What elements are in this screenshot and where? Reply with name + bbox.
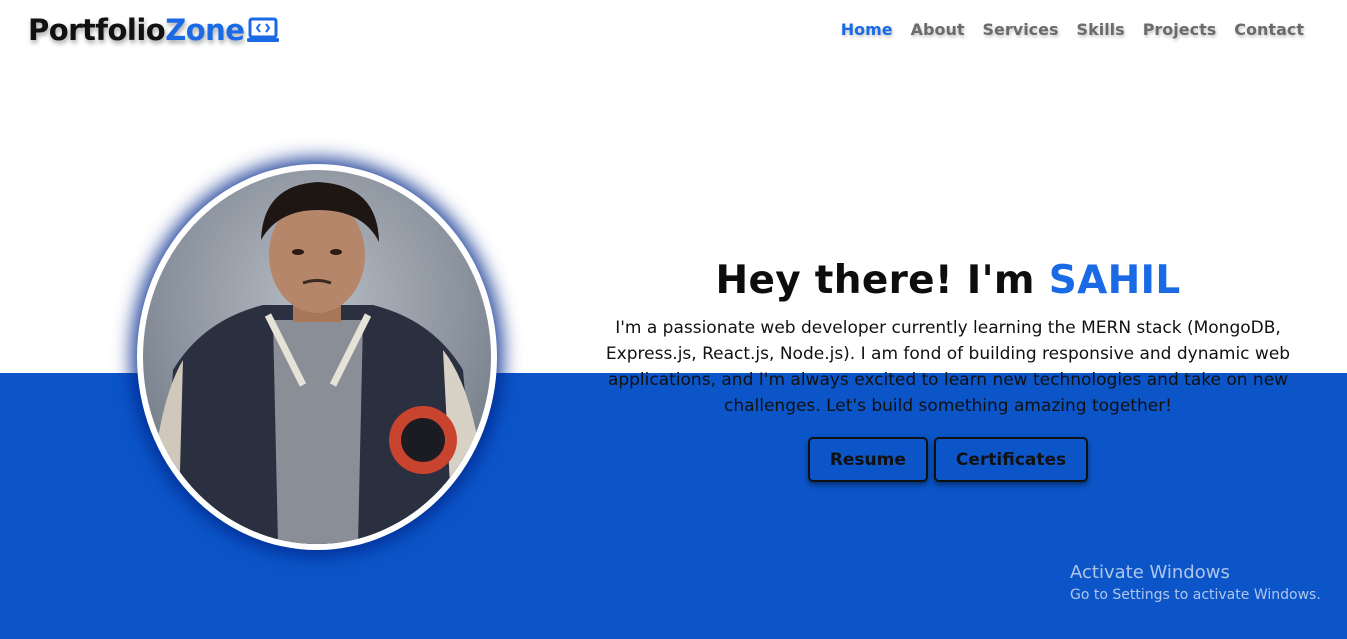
profile-photo-frame [137, 164, 497, 550]
hero-greeting: Hey there! I'm [715, 258, 1035, 303]
profile-photo [143, 170, 491, 544]
watermark-subtitle: Go to Settings to activate Windows. [1070, 587, 1321, 603]
hero-section: Hey there! I'm SAHIL I'm a passionate we… [598, 258, 1298, 482]
hero-title: Hey there! I'm SAHIL [598, 258, 1298, 303]
logo-text-main: Portfolio [28, 13, 166, 47]
nav-about[interactable]: About [911, 20, 965, 39]
laptop-code-icon [246, 16, 280, 44]
nav-contact[interactable]: Contact [1234, 20, 1304, 39]
logo-text-accent: Zone [165, 13, 245, 47]
windows-activation-watermark: Activate Windows Go to Settings to activ… [1070, 562, 1321, 603]
nav-menu: Home About Services Skills Projects Cont… [841, 20, 1304, 39]
hero-buttons: Resume Certificates [598, 437, 1298, 482]
nav-services[interactable]: Services [983, 20, 1059, 39]
hero-name: SAHIL [1048, 258, 1181, 303]
navbar: Portfolio Zone Home About Services Skills… [0, 0, 1347, 64]
site-logo[interactable]: Portfolio Zone [28, 13, 280, 47]
nav-skills[interactable]: Skills [1077, 20, 1125, 39]
certificates-button[interactable]: Certificates [933, 437, 1089, 482]
nav-projects[interactable]: Projects [1143, 20, 1217, 39]
nav-home[interactable]: Home [841, 20, 893, 39]
hero-description: I'm a passionate web developer currently… [605, 318, 1291, 416]
resume-button[interactable]: Resume [807, 437, 928, 482]
watermark-title: Activate Windows [1070, 562, 1230, 583]
